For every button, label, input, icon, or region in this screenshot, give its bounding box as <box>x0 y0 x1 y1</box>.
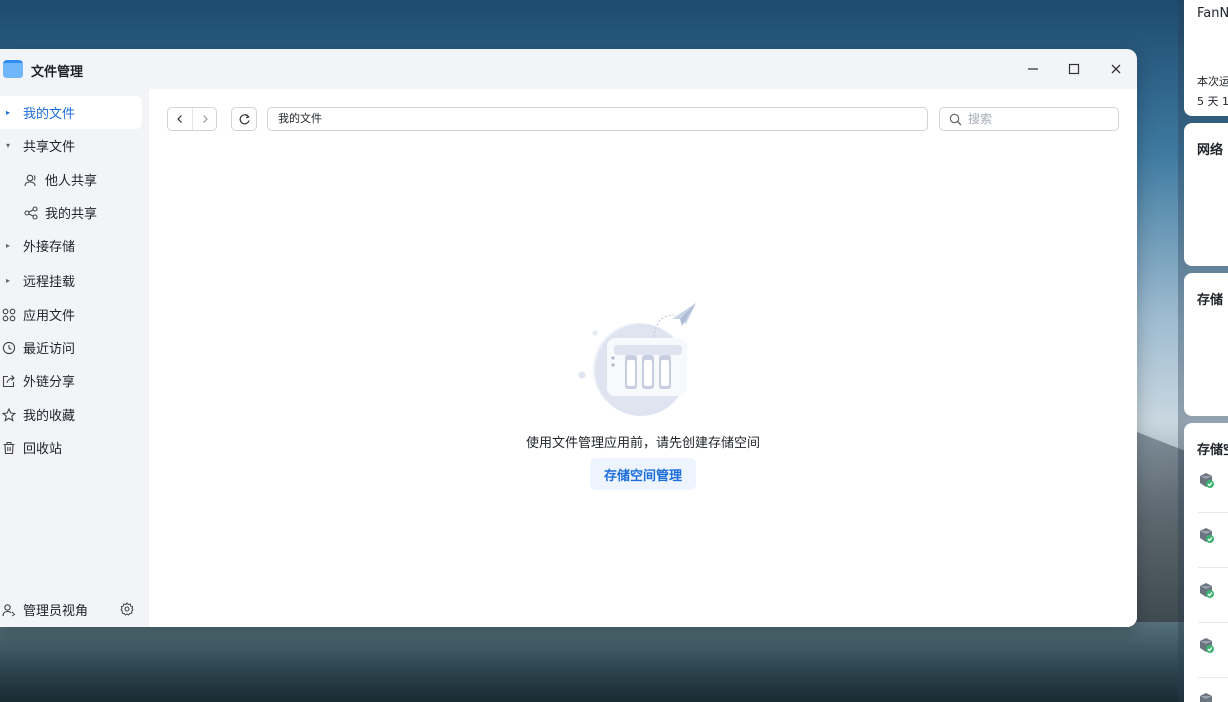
refresh-button[interactable] <box>231 107 257 131</box>
minimize-button[interactable] <box>1020 57 1046 81</box>
sidebar-item-label: 最近访问 <box>23 342 76 357</box>
disk-ok-icon <box>1200 583 1214 598</box>
storage-widget[interactable]: 存储 <box>1184 273 1228 416</box>
forward-button[interactable] <box>192 108 216 130</box>
disk-row[interactable] <box>1198 458 1228 513</box>
uptime-value: 5 天 15 <box>1197 95 1228 108</box>
sidebar-item-label: 应用文件 <box>23 309 76 324</box>
maximize-icon <box>1068 63 1080 75</box>
caret-right-icon: ▸ <box>6 241 11 250</box>
search-input[interactable] <box>968 112 1108 126</box>
device-name: FanN <box>1197 6 1228 21</box>
sidebar-item-label: 我的共享 <box>45 207 98 222</box>
sidebar-item-link-share[interactable]: 外链分享 <box>0 364 142 397</box>
storage-widget-title: 存储 <box>1197 293 1224 308</box>
disk-row[interactable] <box>1198 678 1228 702</box>
folder-app-icon <box>3 60 23 78</box>
maximize-button[interactable] <box>1061 57 1087 81</box>
close-icon <box>1111 64 1121 74</box>
uptime-label: 本次运 <box>1197 75 1228 88</box>
sidebar-item-shared-files[interactable]: ▾ 共享文件 <box>0 129 142 162</box>
sidebar-item-recent[interactable]: 最近访问 <box>0 331 142 364</box>
sidebar-item-remote-mount[interactable]: ▸ 远程挂载 <box>0 264 142 297</box>
path-bar[interactable]: 我的文件 <box>267 107 928 131</box>
refresh-icon <box>239 113 250 124</box>
empty-state-message: 使用文件管理应用前，请先创建存储空间 <box>525 436 760 451</box>
sidebar-item-label: 我的文件 <box>23 107 76 122</box>
disk-ok-icon <box>1200 638 1214 653</box>
apps-icon <box>2 308 16 321</box>
caret-right-icon: ▸ <box>6 108 11 117</box>
window-title: 文件管理 <box>31 65 84 80</box>
back-button[interactable] <box>168 108 192 130</box>
admin-view-label: 管理员视角 <box>23 604 89 619</box>
sidebar: ▸ 我的文件 ▾ 共享文件 他人共享 我的共享 ▸ 外接存储 ▸ 远程挂载 应用… <box>0 89 149 627</box>
storage-space-widget[interactable]: 存储空 <box>1184 423 1228 702</box>
sidebar-item-shared-with-me[interactable]: 他人共享 <box>0 163 142 196</box>
gear-icon[interactable] <box>120 602 134 616</box>
minimize-icon <box>1028 68 1038 70</box>
sidebar-item-label: 外接存储 <box>23 240 76 255</box>
disk-ok-icon <box>1200 473 1214 488</box>
sidebar-item-label: 他人共享 <box>45 174 98 189</box>
search-box[interactable] <box>939 107 1119 131</box>
history-nav <box>167 107 217 131</box>
wallpaper-lake <box>0 622 1228 702</box>
caret-down-icon: ▾ <box>6 141 11 150</box>
sidebar-item-label: 回收站 <box>23 442 63 457</box>
disk-row[interactable] <box>1198 513 1228 568</box>
sidebar-item-recycle-bin[interactable]: 回收站 <box>0 431 142 464</box>
admin-view-toggle[interactable]: 管理员视角 <box>0 593 149 626</box>
external-share-icon <box>2 374 15 387</box>
sidebar-item-label: 远程挂载 <box>23 275 76 290</box>
file-content-area: 我的文件 使用文件管理应用前，请先创建存储空间 存储空间管理 <box>149 89 1137 627</box>
sidebar-item-favorites[interactable]: 我的收藏 <box>0 398 142 431</box>
sidebar-item-external-storage[interactable]: ▸ 外接存储 <box>0 229 142 262</box>
file-manager-window: 文件管理 ▸ 我的文件 ▾ 共享文件 他人共享 我的共享 ▸ 外接存储 ▸ 远程… <box>0 49 1137 627</box>
clock-icon <box>2 341 16 354</box>
caret-right-icon: ▸ <box>6 276 11 285</box>
chevron-right-icon <box>202 115 208 123</box>
network-widget-title: 网络 <box>1197 143 1224 158</box>
sidebar-item-app-files[interactable]: 应用文件 <box>0 298 142 331</box>
chevron-left-icon <box>177 115 182 123</box>
star-icon <box>2 407 16 422</box>
admin-user-icon <box>2 603 16 616</box>
sidebar-item-label: 共享文件 <box>23 140 76 155</box>
share-icon <box>24 205 38 220</box>
search-icon <box>949 113 962 125</box>
empty-storage-illustration <box>578 303 696 416</box>
storage-management-button[interactable]: 存储空间管理 <box>590 458 696 490</box>
users-icon <box>24 174 36 186</box>
trash-icon <box>3 441 15 454</box>
sidebar-item-label: 外链分享 <box>23 375 76 390</box>
titlebar[interactable]: 文件管理 <box>0 49 1137 89</box>
disk-ok-icon <box>1200 693 1212 702</box>
sidebar-item-my-files[interactable]: ▸ 我的文件 <box>0 96 142 129</box>
network-widget[interactable]: 网络 <box>1184 123 1228 266</box>
disk-ok-icon <box>1200 528 1214 543</box>
sidebar-item-my-shares[interactable]: 我的共享 <box>0 196 142 229</box>
disk-row[interactable] <box>1198 568 1228 623</box>
sidebar-item-label: 我的收藏 <box>23 409 76 424</box>
storage-space-widget-title: 存储空 <box>1197 443 1228 458</box>
disk-row[interactable] <box>1198 623 1228 678</box>
close-button[interactable] <box>1103 57 1129 81</box>
device-widget[interactable]: FanN 本次运 5 天 15 <box>1184 0 1228 116</box>
